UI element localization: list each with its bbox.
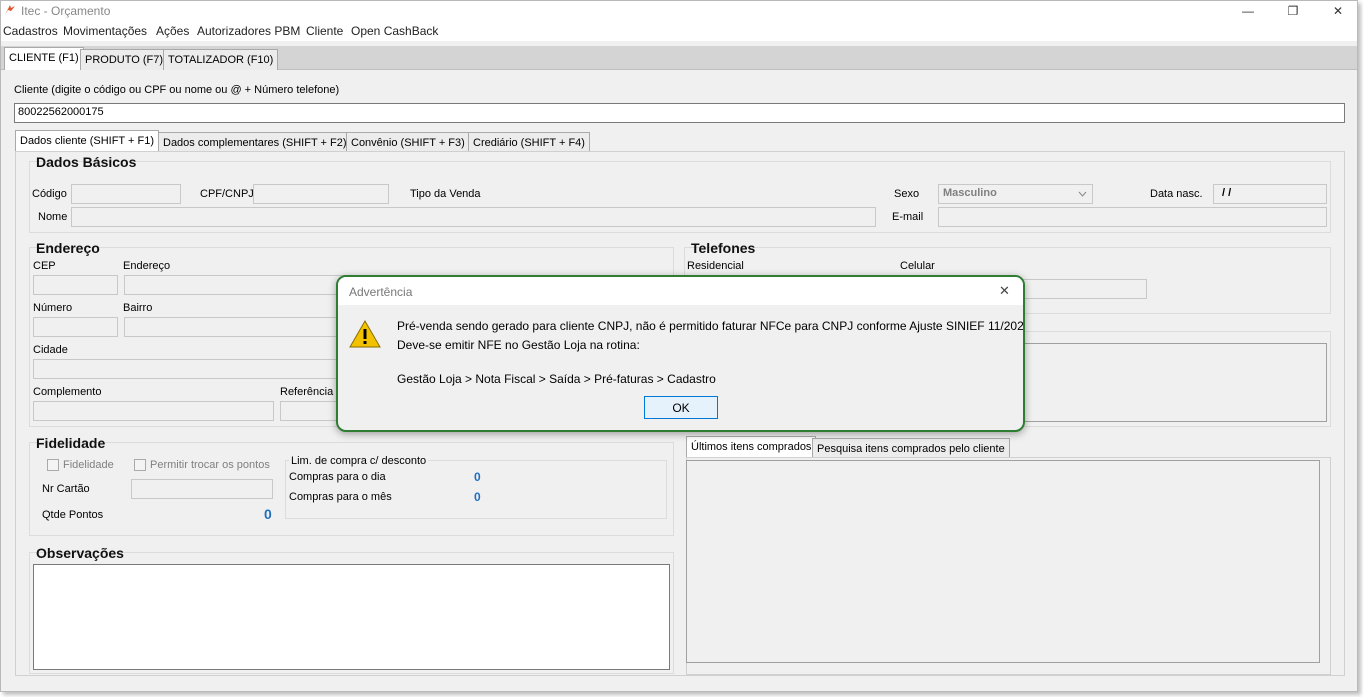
compras-mes-value: 0 [474, 490, 481, 504]
residencial-label: Residencial [687, 260, 744, 272]
fidelidade-title: Fidelidade [36, 435, 106, 451]
endereco-title: Endereço [36, 240, 100, 256]
main-tab-strip: CLIENTE (F1) PRODUTO (F7) TOTALIZADOR (F… [1, 46, 1357, 71]
data-nasc-field[interactable]: / / [1213, 184, 1327, 204]
dialog-title: Advertência [349, 285, 413, 299]
cep-label: CEP [33, 260, 56, 272]
compras-dia-label: Compras para o dia [289, 471, 386, 483]
tab-dados-complementares[interactable]: Dados complementares (SHIFT + F2) [158, 132, 352, 153]
email-label: E-mail [892, 211, 924, 223]
window-title: Itec - Orçamento [21, 4, 111, 18]
codigo-field[interactable] [71, 184, 181, 204]
referencia-label: Referência [280, 386, 334, 398]
client-sub-tabs: Dados cliente (SHIFT + F1) Dados complem… [15, 130, 1345, 153]
dados-basicos-title: Dados Básicos [36, 154, 137, 170]
dialog-title-bar: Advertência ✕ [338, 277, 1023, 305]
menu-bar: Cadastros Movimentações Ações Autorizado… [1, 21, 1357, 41]
numero-field[interactable] [33, 317, 118, 337]
fidelidade-checkbox[interactable] [47, 459, 59, 471]
data-nasc-value: / / [1222, 187, 1232, 199]
email-field[interactable] [938, 207, 1327, 227]
tab-produto[interactable]: PRODUTO (F7) [80, 49, 169, 70]
menu-movimentacoes[interactable]: Movimentações [63, 24, 147, 38]
client-search-input[interactable]: 80022562000175 [14, 103, 1345, 123]
tab-pesquisa-itens[interactable]: Pesquisa itens comprados pelo cliente [812, 438, 1010, 458]
chevron-down-icon [1078, 191, 1087, 197]
nr-cartao-field[interactable] [131, 479, 273, 499]
warning-icon [349, 320, 381, 348]
nr-cartao-label: Nr Cartão [42, 483, 90, 495]
endereco-label: Endereço [123, 260, 171, 272]
sexo-select[interactable]: Masculino [938, 184, 1093, 204]
qtde-pontos-label: Qtde Pontos [42, 509, 104, 521]
sexo-value: Masculino [943, 187, 997, 199]
menu-open-cashback[interactable]: Open CashBack [351, 24, 438, 38]
ok-button[interactable]: OK [644, 396, 718, 419]
app-logo-icon [5, 5, 15, 15]
maximize-button[interactable]: ❐ [1270, 1, 1316, 21]
client-search-label: Cliente (digite o código ou CPF ou nome … [14, 84, 340, 96]
dialog-message-line3: Gestão Loja > Nota Fiscal > Saída > Pré-… [397, 372, 716, 386]
dialog-message-line1: Pré-venda sendo gerado para cliente CNPJ… [397, 319, 1025, 333]
bairro-label: Bairro [123, 302, 153, 314]
permitir-trocar-checkbox[interactable] [134, 459, 146, 471]
dialog-close-icon[interactable]: ✕ [999, 283, 1010, 299]
data-nasc-label: Data nasc. [1150, 188, 1203, 200]
observacoes-textarea[interactable] [33, 564, 670, 670]
compras-dia-value: 0 [474, 470, 481, 484]
dialog-message-line2: Deve-se emitir NFE no Gestão Loja na rot… [397, 338, 640, 352]
cep-field[interactable] [33, 275, 118, 295]
menu-acoes[interactable]: Ações [156, 24, 189, 38]
celular-label: Celular [900, 260, 935, 272]
qtde-pontos-value: 0 [264, 506, 272, 522]
menu-autorizadores-pbm[interactable]: Autorizadores PBM [197, 24, 300, 38]
itens-grid[interactable] [686, 460, 1320, 663]
sexo-label: Sexo [894, 188, 920, 200]
cpf-cnpj-field[interactable] [253, 184, 389, 204]
tab-ultimos-itens[interactable]: Últimos itens comprados [686, 436, 817, 458]
nome-field[interactable] [71, 207, 876, 227]
menu-cliente[interactable]: Cliente [306, 24, 343, 38]
cidade-label: Cidade [33, 344, 68, 356]
cpf-cnpj-label: CPF/CNPJ [200, 188, 254, 200]
fidelidade-checkbox-label: Fidelidade [63, 459, 114, 471]
tipo-venda-label: Tipo da Venda [410, 188, 481, 200]
tab-convenio[interactable]: Convênio (SHIFT + F3) [346, 132, 470, 153]
minimize-button[interactable]: — [1225, 1, 1271, 21]
numero-label: Número [33, 302, 73, 314]
compras-mes-label: Compras para o mês [289, 491, 392, 503]
observacoes-title: Observações [36, 545, 124, 561]
complemento-label: Complemento [33, 386, 102, 398]
menu-cadastros[interactable]: Cadastros [3, 24, 58, 38]
lim-compra-title: Lim. de compra c/ desconto [289, 455, 429, 467]
tab-dados-cliente[interactable]: Dados cliente (SHIFT + F1) [15, 130, 159, 152]
warning-dialog: Advertência ✕ Pré-venda sendo gerado par… [336, 275, 1025, 432]
tab-totalizador[interactable]: TOTALIZADOR (F10) [163, 49, 279, 70]
tab-cliente[interactable]: CLIENTE (F1) [4, 47, 84, 71]
tab-crediario[interactable]: Crediário (SHIFT + F4) [468, 132, 590, 153]
codigo-label: Código [32, 188, 67, 200]
permitir-trocar-label: Permitir trocar os pontos [150, 459, 270, 471]
telefones-title: Telefones [691, 240, 756, 256]
close-button[interactable]: ✕ [1315, 1, 1361, 21]
title-bar: Itec - Orçamento — ❐ ✕ [1, 1, 1357, 21]
nome-label: Nome [38, 211, 68, 223]
complemento-field[interactable] [33, 401, 274, 421]
